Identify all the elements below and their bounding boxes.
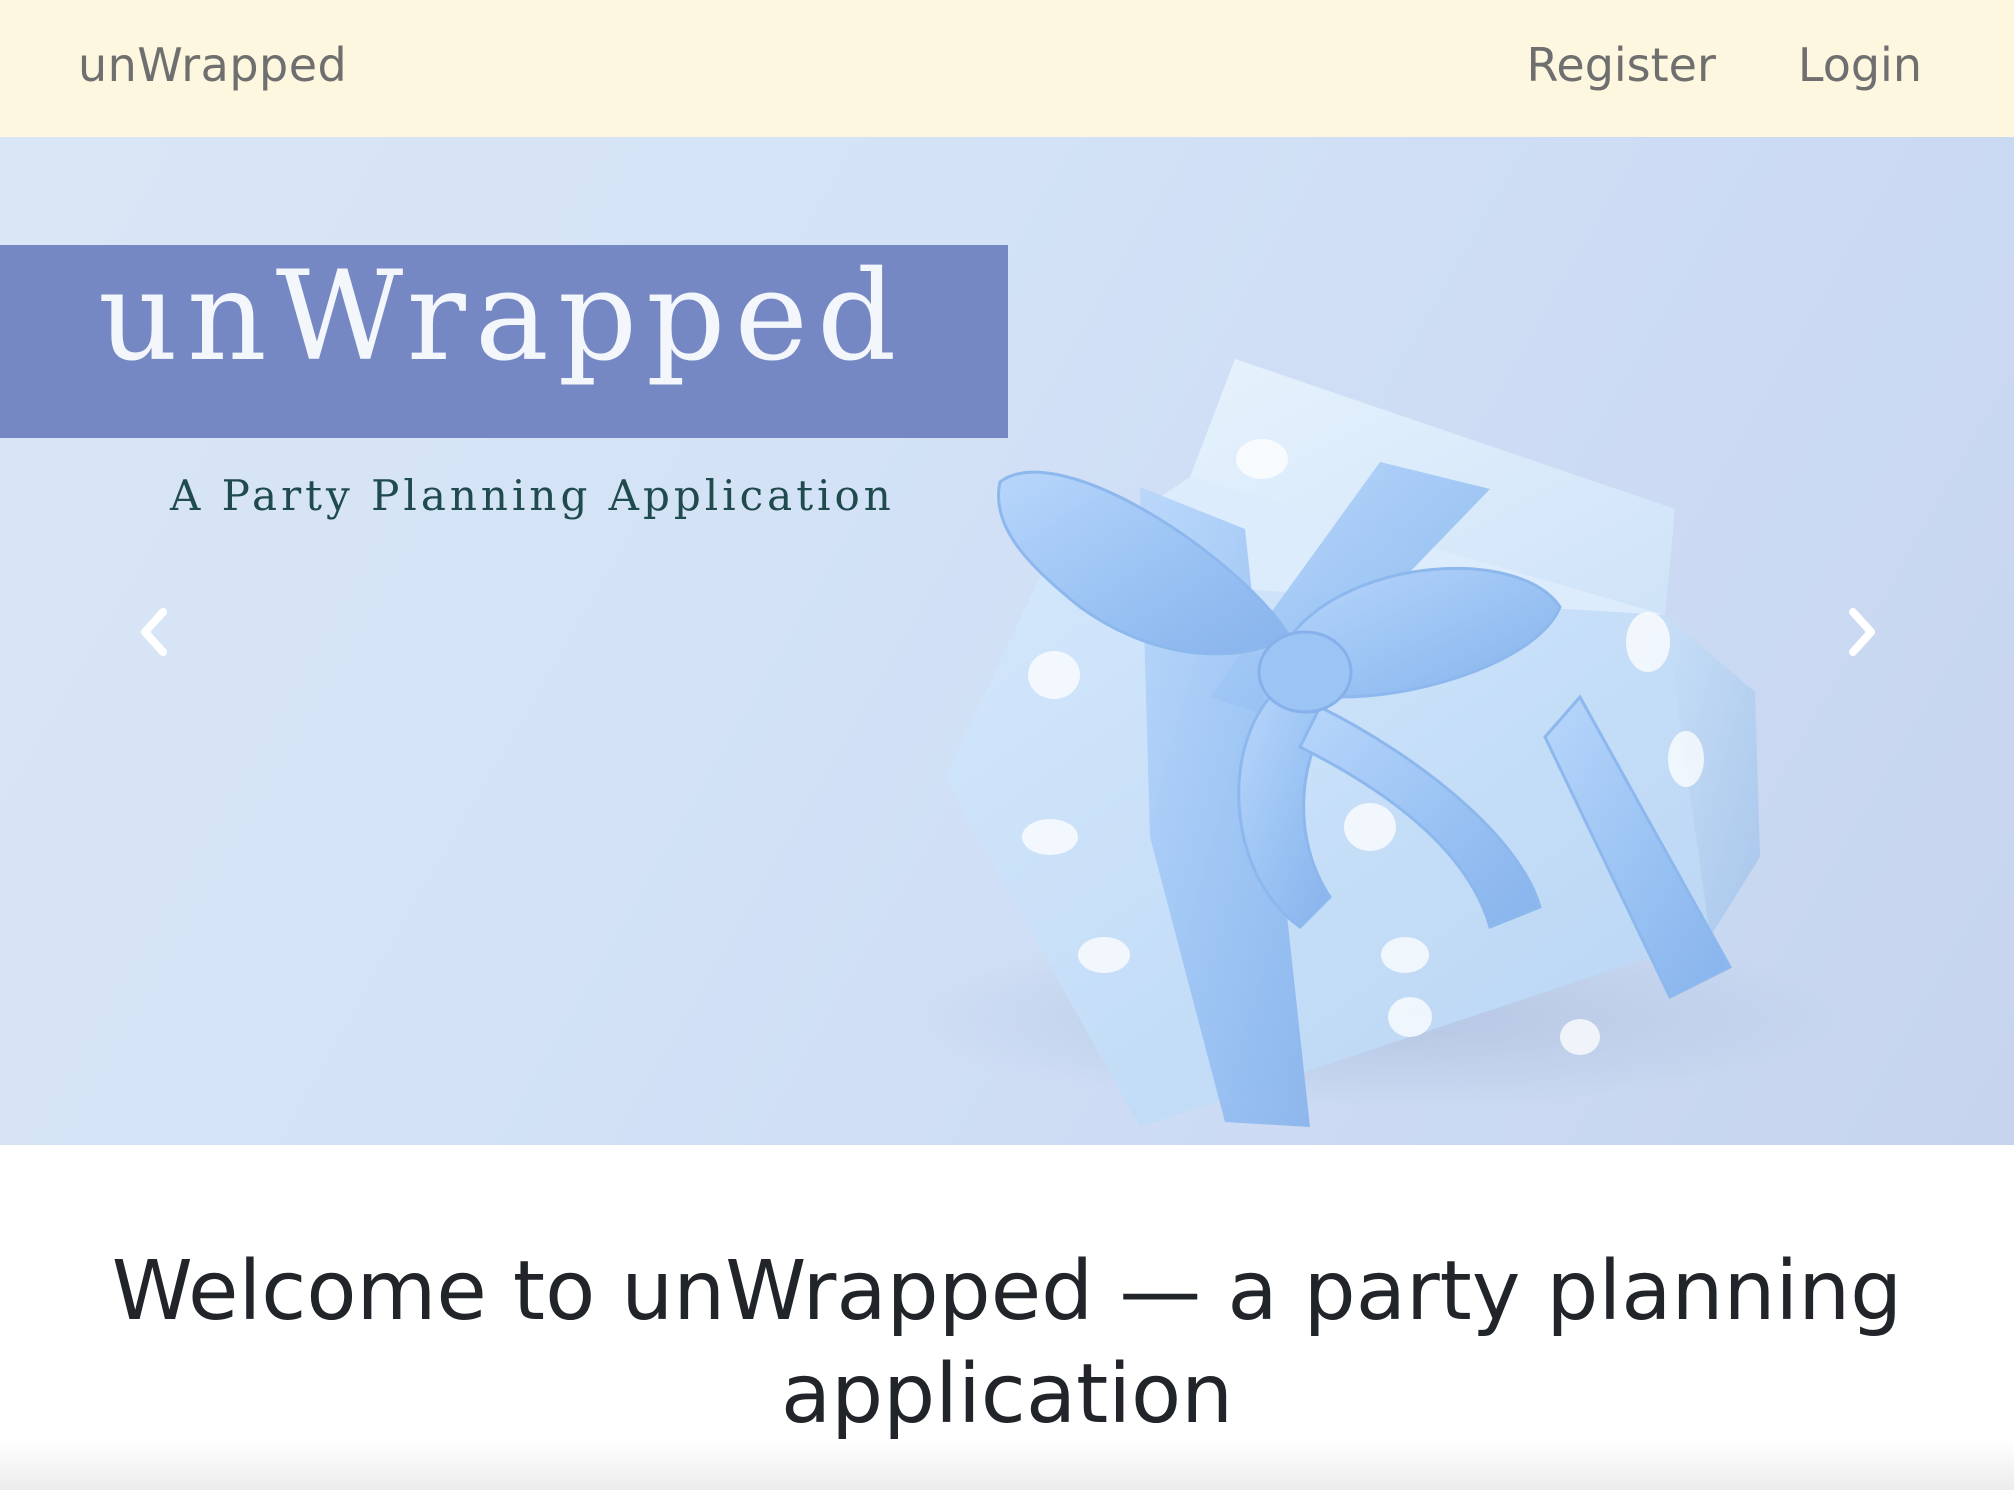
register-link[interactable]: Register (1527, 38, 1716, 92)
welcome-heading-line-2: application (780, 1347, 1234, 1442)
chevron-right-icon (1849, 608, 1875, 656)
bottom-edge-shadow (0, 1440, 2014, 1490)
welcome-heading: Welcome to unWrapped — a party planning … (0, 1240, 2014, 1446)
carousel-prev-button[interactable] (118, 597, 188, 667)
nav-links: Register Login (1527, 38, 1923, 92)
brand-link[interactable]: unWrapped (78, 38, 347, 92)
login-link[interactable]: Login (1798, 38, 1922, 92)
chevron-left-icon (141, 608, 167, 656)
carousel-next-button[interactable] (1828, 597, 1898, 667)
hero-subtitle: A Party Planning Application (170, 471, 895, 520)
hero-carousel: unWrapped A Party Planning Application (0, 137, 2014, 1145)
navbar: unWrapped Register Login (0, 0, 2014, 137)
hero-title: unWrapped (98, 245, 906, 389)
welcome-heading-line-1: Welcome to unWrapped — a party planning (111, 1244, 1903, 1339)
